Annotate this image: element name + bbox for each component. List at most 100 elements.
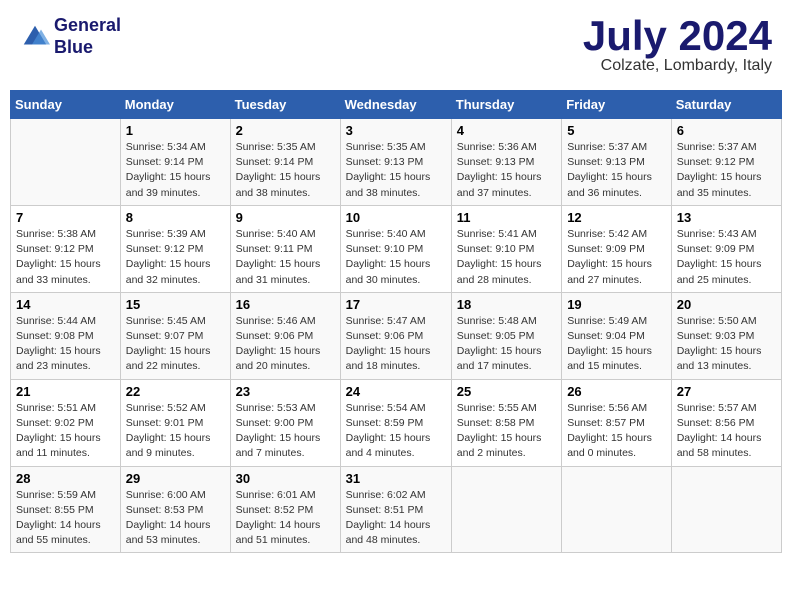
day-number: 31: [346, 471, 446, 486]
calendar-cell: 13 Sunrise: 5:43 AM Sunset: 9:09 PM Dayli…: [671, 205, 781, 292]
calendar-cell: 8 Sunrise: 5:39 AM Sunset: 9:12 PM Daylig…: [120, 205, 230, 292]
day-info: Sunrise: 5:34 AM Sunset: 9:14 PM Dayligh…: [126, 140, 225, 201]
day-info: Sunrise: 5:57 AM Sunset: 8:56 PM Dayligh…: [677, 401, 776, 462]
week-row-5: 28Sunrise: 5:59 AM Sunset: 8:55 PM Dayli…: [11, 466, 782, 553]
column-header-friday: Friday: [562, 91, 672, 119]
calendar-cell: [562, 466, 672, 553]
header-row: SundayMondayTuesdayWednesdayThursdayFrid…: [11, 91, 782, 119]
day-number: 3: [346, 123, 446, 138]
calendar-cell: 17 Sunrise: 5:47 AM Sunset: 9:06 PM Dayli…: [340, 292, 451, 379]
day-number: 17: [346, 297, 446, 312]
day-info: Sunrise: 5:36 AM Sunset: 9:13 PM Dayligh…: [457, 140, 556, 201]
calendar-cell: 26Sunrise: 5:56 AM Sunset: 8:57 PM Dayli…: [562, 379, 672, 466]
day-number: 1: [126, 123, 225, 138]
column-header-thursday: Thursday: [451, 91, 561, 119]
calendar-cell: 19Sunrise: 5:49 AM Sunset: 9:04 PM Dayli…: [562, 292, 672, 379]
logo-icon: [20, 22, 50, 52]
day-info: Sunrise: 5:51 AM Sunset: 9:02 PM Dayligh…: [16, 401, 115, 462]
column-header-wednesday: Wednesday: [340, 91, 451, 119]
day-info: Sunrise: 5:43 AM Sunset: 9:09 PM Dayligh…: [677, 227, 776, 288]
day-number: 19: [567, 297, 666, 312]
week-row-2: 7 Sunrise: 5:38 AM Sunset: 9:12 PM Daylig…: [11, 205, 782, 292]
title-block: July 2024 Colzate, Lombardy, Italy: [583, 15, 772, 75]
day-number: 4: [457, 123, 556, 138]
day-number: 22: [126, 384, 225, 399]
calendar-cell: [11, 119, 121, 206]
day-info: Sunrise: 5:41 AM Sunset: 9:10 PM Dayligh…: [457, 227, 556, 288]
calendar-cell: 14 Sunrise: 5:44 AM Sunset: 9:08 PM Dayli…: [11, 292, 121, 379]
day-info: Sunrise: 5:45 AM Sunset: 9:07 PM Dayligh…: [126, 314, 225, 375]
week-row-1: 1 Sunrise: 5:34 AM Sunset: 9:14 PM Daylig…: [11, 119, 782, 206]
day-number: 11: [457, 210, 556, 225]
day-number: 15: [126, 297, 225, 312]
day-number: 21: [16, 384, 115, 399]
day-info: Sunrise: 5:48 AM Sunset: 9:05 PM Dayligh…: [457, 314, 556, 375]
calendar-cell: 15 Sunrise: 5:45 AM Sunset: 9:07 PM Dayli…: [120, 292, 230, 379]
day-number: 29: [126, 471, 225, 486]
calendar-cell: 22 Sunrise: 5:52 AM Sunset: 9:01 PM Dayli…: [120, 379, 230, 466]
column-header-tuesday: Tuesday: [230, 91, 340, 119]
day-info: Sunrise: 6:02 AM Sunset: 8:51 PM Dayligh…: [346, 488, 446, 549]
day-info: Sunrise: 5:39 AM Sunset: 9:12 PM Dayligh…: [126, 227, 225, 288]
day-info: Sunrise: 5:55 AM Sunset: 8:58 PM Dayligh…: [457, 401, 556, 462]
day-info: Sunrise: 5:56 AM Sunset: 8:57 PM Dayligh…: [567, 401, 666, 462]
column-header-sunday: Sunday: [11, 91, 121, 119]
day-number: 2: [236, 123, 335, 138]
calendar-cell: [451, 466, 561, 553]
day-number: 18: [457, 297, 556, 312]
calendar-cell: 5 Sunrise: 5:37 AM Sunset: 9:13 PM Daylig…: [562, 119, 672, 206]
week-row-3: 14 Sunrise: 5:44 AM Sunset: 9:08 PM Dayli…: [11, 292, 782, 379]
day-number: 12: [567, 210, 666, 225]
day-number: 16: [236, 297, 335, 312]
calendar-cell: 6Sunrise: 5:37 AM Sunset: 9:12 PM Daylig…: [671, 119, 781, 206]
day-number: 13: [677, 210, 776, 225]
day-info: Sunrise: 5:44 AM Sunset: 9:08 PM Dayligh…: [16, 314, 115, 375]
calendar-cell: 4 Sunrise: 5:36 AM Sunset: 9:13 PM Daylig…: [451, 119, 561, 206]
day-number: 30: [236, 471, 335, 486]
day-number: 6: [677, 123, 776, 138]
day-number: 8: [126, 210, 225, 225]
day-number: 9: [236, 210, 335, 225]
day-info: Sunrise: 6:00 AM Sunset: 8:53 PM Dayligh…: [126, 488, 225, 549]
calendar-cell: 9 Sunrise: 5:40 AM Sunset: 9:11 PM Daylig…: [230, 205, 340, 292]
calendar-cell: 31 Sunrise: 6:02 AM Sunset: 8:51 PM Dayli…: [340, 466, 451, 553]
logo-text: General Blue: [54, 15, 121, 58]
day-info: Sunrise: 5:35 AM Sunset: 9:13 PM Dayligh…: [346, 140, 446, 201]
day-number: 28: [16, 471, 115, 486]
calendar-cell: 27 Sunrise: 5:57 AM Sunset: 8:56 PM Dayli…: [671, 379, 781, 466]
calendar-cell: 7 Sunrise: 5:38 AM Sunset: 9:12 PM Daylig…: [11, 205, 121, 292]
day-info: Sunrise: 5:40 AM Sunset: 9:11 PM Dayligh…: [236, 227, 335, 288]
day-info: Sunrise: 5:38 AM Sunset: 9:12 PM Dayligh…: [16, 227, 115, 288]
calendar-cell: 28Sunrise: 5:59 AM Sunset: 8:55 PM Dayli…: [11, 466, 121, 553]
column-header-saturday: Saturday: [671, 91, 781, 119]
day-info: Sunrise: 5:42 AM Sunset: 9:09 PM Dayligh…: [567, 227, 666, 288]
calendar-table: SundayMondayTuesdayWednesdayThursdayFrid…: [10, 90, 782, 553]
day-number: 23: [236, 384, 335, 399]
calendar-cell: 3 Sunrise: 5:35 AM Sunset: 9:13 PM Daylig…: [340, 119, 451, 206]
calendar-cell: 30Sunrise: 6:01 AM Sunset: 8:52 PM Dayli…: [230, 466, 340, 553]
day-info: Sunrise: 5:37 AM Sunset: 9:13 PM Dayligh…: [567, 140, 666, 201]
day-info: Sunrise: 5:47 AM Sunset: 9:06 PM Dayligh…: [346, 314, 446, 375]
day-number: 5: [567, 123, 666, 138]
calendar-cell: 18 Sunrise: 5:48 AM Sunset: 9:05 PM Dayli…: [451, 292, 561, 379]
day-number: 27: [677, 384, 776, 399]
day-number: 10: [346, 210, 446, 225]
day-number: 20: [677, 297, 776, 312]
day-number: 25: [457, 384, 556, 399]
week-row-4: 21 Sunrise: 5:51 AM Sunset: 9:02 PM Dayli…: [11, 379, 782, 466]
day-number: 14: [16, 297, 115, 312]
day-info: Sunrise: 5:52 AM Sunset: 9:01 PM Dayligh…: [126, 401, 225, 462]
calendar-cell: 23 Sunrise: 5:53 AM Sunset: 9:00 PM Dayli…: [230, 379, 340, 466]
day-info: Sunrise: 5:50 AM Sunset: 9:03 PM Dayligh…: [677, 314, 776, 375]
day-number: 7: [16, 210, 115, 225]
day-info: Sunrise: 5:53 AM Sunset: 9:00 PM Dayligh…: [236, 401, 335, 462]
day-number: 24: [346, 384, 446, 399]
calendar-cell: 29 Sunrise: 6:00 AM Sunset: 8:53 PM Dayli…: [120, 466, 230, 553]
calendar-cell: 24 Sunrise: 5:54 AM Sunset: 8:59 PM Dayli…: [340, 379, 451, 466]
calendar-cell: 10Sunrise: 5:40 AM Sunset: 9:10 PM Dayli…: [340, 205, 451, 292]
calendar-cell: 12 Sunrise: 5:42 AM Sunset: 9:09 PM Dayli…: [562, 205, 672, 292]
calendar-cell: 1 Sunrise: 5:34 AM Sunset: 9:14 PM Daylig…: [120, 119, 230, 206]
location: Colzate, Lombardy, Italy: [583, 57, 772, 75]
day-info: Sunrise: 5:54 AM Sunset: 8:59 PM Dayligh…: [346, 401, 446, 462]
calendar-cell: 20 Sunrise: 5:50 AM Sunset: 9:03 PM Dayli…: [671, 292, 781, 379]
